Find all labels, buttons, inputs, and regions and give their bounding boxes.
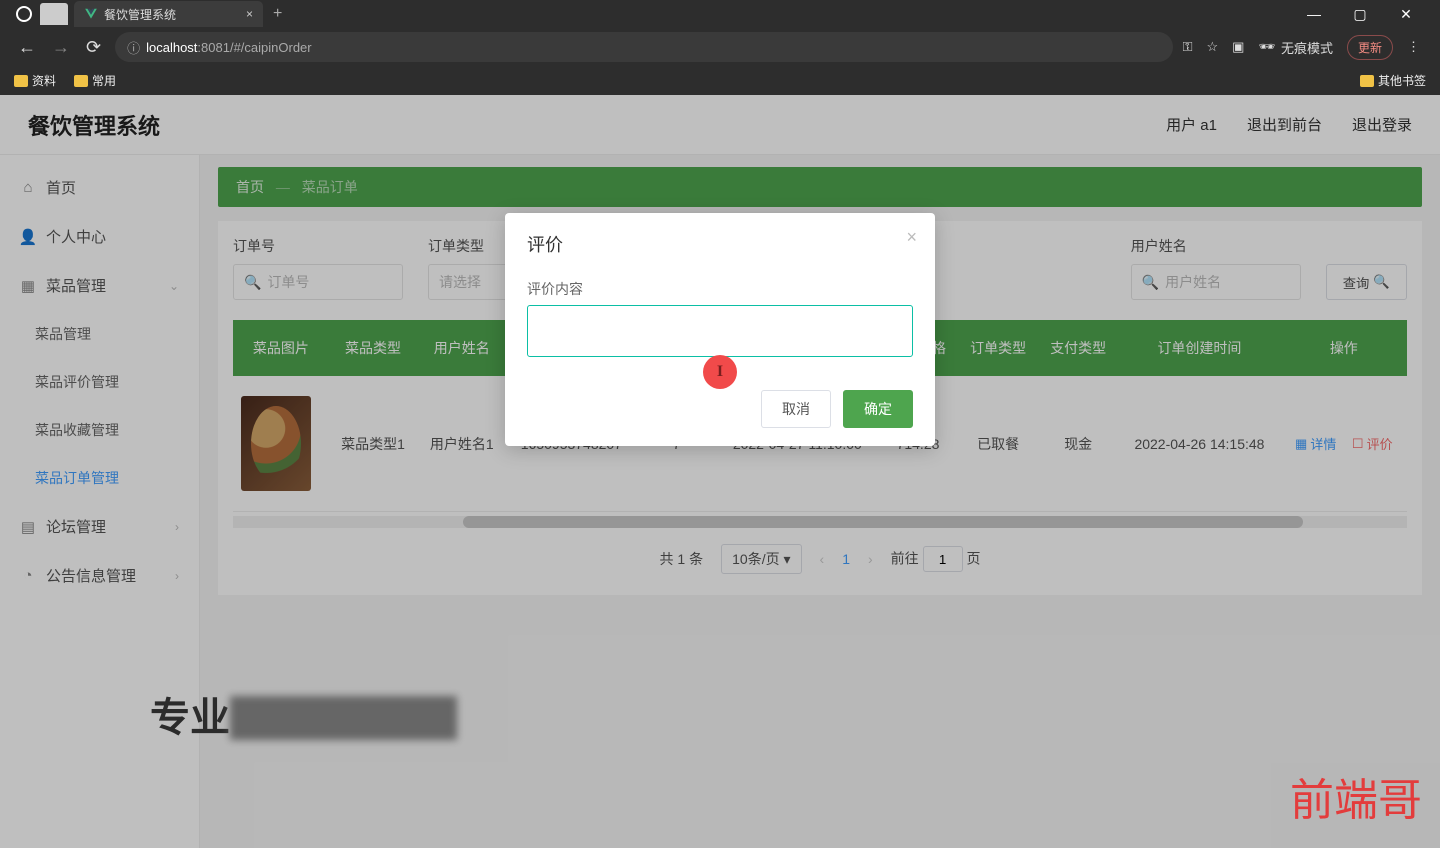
- browser-tab[interactable]: 餐饮管理系统 ×: [74, 1, 263, 27]
- watermark-right: 前端哥: [1290, 764, 1422, 828]
- modal-field-label: 评价内容: [527, 279, 913, 299]
- window-minimize-icon[interactable]: —: [1300, 6, 1328, 23]
- browser-update-button[interactable]: 更新: [1347, 35, 1393, 60]
- tab-close-icon[interactable]: ×: [246, 7, 253, 21]
- other-bookmarks[interactable]: 其他书签: [1360, 72, 1426, 89]
- folder-icon: [74, 75, 88, 87]
- incognito-indicator: 🕶 无痕模式: [1258, 38, 1333, 57]
- window-maximize-icon[interactable]: ▢: [1346, 6, 1374, 23]
- panel-icon[interactable]: ▣: [1232, 39, 1244, 55]
- incognito-icon: 🕶: [1258, 39, 1275, 55]
- new-tab-button[interactable]: +: [273, 5, 282, 23]
- key-icon[interactable]: ⚿: [1183, 39, 1193, 55]
- nav-reload-icon[interactable]: ⟳: [86, 37, 101, 58]
- nav-back-icon[interactable]: ←: [18, 37, 36, 58]
- window-close-icon[interactable]: ✕: [1392, 6, 1420, 23]
- url-host: localhost: [146, 40, 197, 55]
- bookmark-item[interactable]: 资料: [14, 72, 56, 89]
- blank-tab[interactable]: [40, 3, 68, 25]
- folder-icon: [1360, 75, 1374, 87]
- cancel-button[interactable]: 取消: [761, 390, 831, 428]
- site-info-icon[interactable]: ⓘ: [127, 38, 140, 57]
- browser-menu-icon[interactable]: ⋮: [1407, 39, 1420, 55]
- modal-close-icon[interactable]: ×: [906, 227, 917, 248]
- text-cursor-indicator: I: [703, 355, 737, 389]
- tab-title: 餐饮管理系统: [104, 6, 176, 23]
- ok-button[interactable]: 确定: [843, 390, 913, 428]
- address-bar[interactable]: ⓘ localhost:8081/#/caipinOrder: [115, 32, 1173, 62]
- browser-icon: [16, 6, 32, 22]
- folder-icon: [14, 75, 28, 87]
- review-modal: 评价 × 评价内容 取消 确定: [505, 213, 935, 446]
- bookmark-item[interactable]: 常用: [74, 72, 116, 89]
- vue-icon: [84, 7, 98, 21]
- modal-mask[interactable]: [0, 95, 1440, 848]
- modal-title: 评价: [527, 231, 913, 257]
- star-icon[interactable]: ☆: [1207, 39, 1219, 55]
- review-textarea[interactable]: [527, 305, 913, 357]
- nav-forward-icon[interactable]: →: [52, 37, 70, 58]
